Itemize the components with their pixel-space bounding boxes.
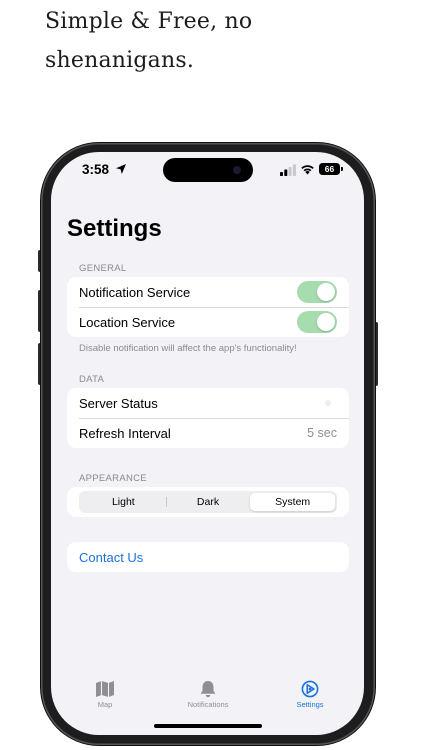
server-status-indicator-icon [325, 400, 331, 406]
contact-us-row[interactable]: Contact Us [67, 542, 349, 572]
tab-label-notifications: Notifications [187, 700, 229, 709]
appearance-segmented-control: Light Dark System [79, 491, 337, 513]
general-group: Notification Service Location Service [67, 277, 349, 337]
refresh-interval-row[interactable]: Refresh Interval 5 sec [67, 418, 349, 448]
refresh-interval-label: Refresh Interval [79, 425, 171, 441]
appearance-option-system[interactable]: System [250, 493, 336, 511]
general-footer-note: Disable notification will affect the app… [79, 343, 297, 354]
section-header-data: DATA [79, 374, 105, 385]
section-header-appearance: APPEARANCE [79, 473, 147, 484]
tab-label-settings: Settings [296, 700, 324, 709]
home-indicator [154, 724, 262, 728]
location-arrow-icon [116, 164, 126, 174]
section-header-general: GENERAL [79, 263, 127, 274]
location-service-label: Location Service [79, 314, 176, 330]
map-icon [96, 681, 114, 697]
contact-group: Contact Us [67, 542, 349, 572]
appearance-option-light[interactable]: Light [81, 493, 166, 511]
tab-settings[interactable]: Settings [270, 680, 350, 709]
notification-service-toggle[interactable] [297, 281, 337, 303]
refresh-interval-value: 5 sec [307, 426, 337, 440]
contact-us-link[interactable]: Contact Us [79, 550, 337, 565]
marketing-headline: Simple & Free, no shenanigans. [45, 2, 405, 80]
wifi-icon [301, 165, 314, 175]
notification-service-label: Notification Service [79, 284, 191, 300]
bell-icon [200, 681, 216, 698]
tab-map[interactable]: Map [65, 680, 145, 709]
settings-icon [301, 680, 319, 698]
battery-tip [341, 167, 343, 171]
location-service-toggle[interactable] [297, 311, 337, 333]
tab-label-map: Map [97, 700, 113, 709]
headline-line-1: Simple & Free, no [45, 9, 253, 34]
data-group: Server Status Refresh Interval 5 sec [67, 388, 349, 448]
server-status-row[interactable]: Server Status [67, 388, 349, 418]
cellular-signal-icon [280, 164, 296, 176]
dynamic-island [163, 158, 253, 182]
battery-icon: 66 [319, 163, 340, 175]
phone-screen: 3:58 66 Settings GENERAL Notification Se… [51, 152, 364, 735]
toggle-knob [317, 283, 335, 301]
camera-icon [233, 166, 241, 174]
appearance-group: Light Dark System [67, 487, 349, 517]
location-service-row: Location Service [67, 307, 349, 337]
page-title: Settings [67, 215, 162, 242]
headline-line-2: shenanigans. [45, 48, 195, 73]
toggle-knob [317, 313, 335, 331]
server-status-label: Server Status [79, 395, 158, 411]
status-time: 3:58 [82, 162, 110, 177]
tab-notifications[interactable]: Notifications [168, 680, 248, 709]
appearance-option-dark[interactable]: Dark [165, 493, 251, 511]
notification-service-row: Notification Service [67, 277, 349, 307]
status-bar: 3:58 66 [51, 152, 364, 192]
